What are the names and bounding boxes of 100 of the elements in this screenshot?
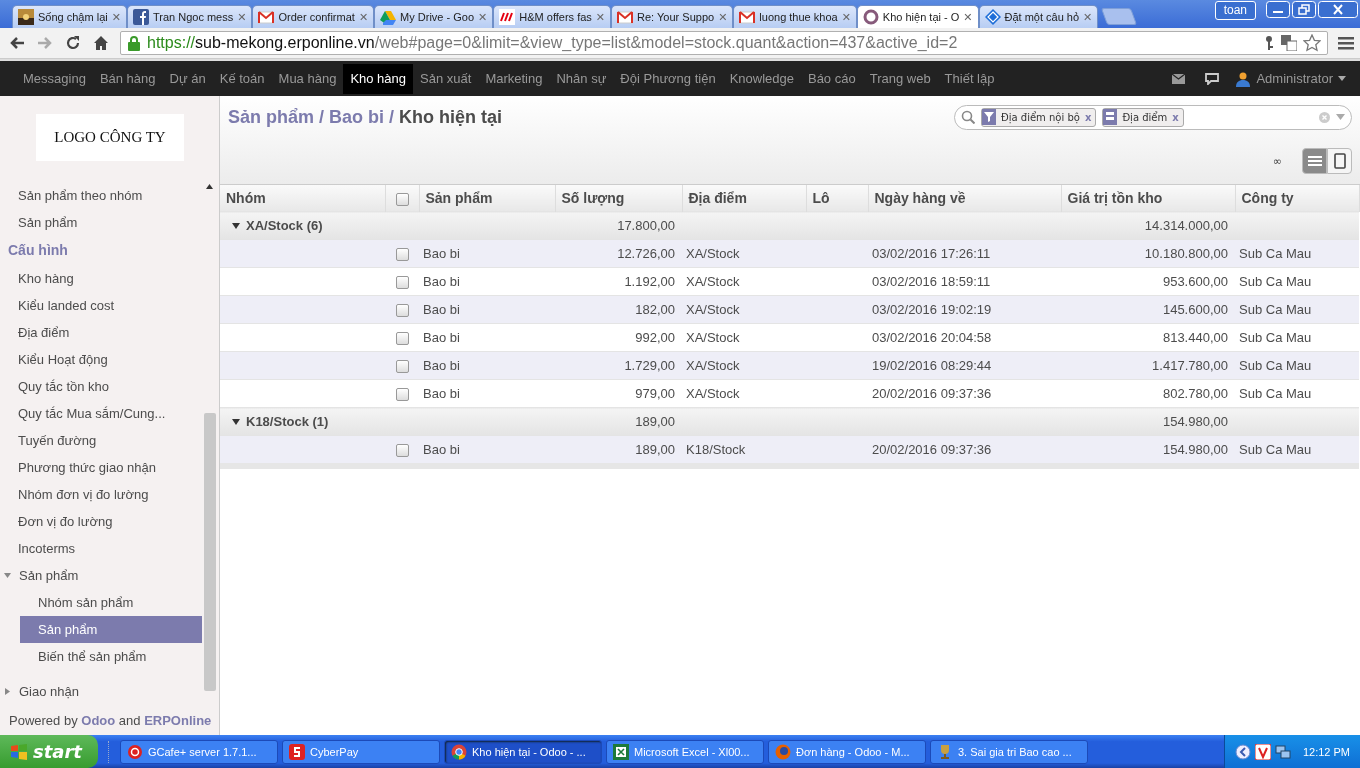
scroll-thumb[interactable] [203,413,216,691]
menu-item[interactable]: Knowledge [722,63,801,94]
sidebar-item[interactable]: Biến thể sản phẩm [20,643,202,670]
close-button[interactable]: ✕ [237,10,247,24]
caret-icon[interactable] [1336,114,1345,120]
menu-item[interactable]: Nhân sự [549,63,614,94]
taskbar-button[interactable]: CyberPay [282,739,440,764]
column-header[interactable]: Ngày hàng về [868,185,1061,212]
menu-item[interactable]: Kho hàng [343,63,414,94]
browser-tab[interactable]: Kho hiện tại - O ✕ [856,5,979,28]
sidebar-item[interactable]: Sản phẩm [20,616,202,643]
sidebar-item[interactable]: Phương thức giao nhận [0,454,203,481]
browser-tab[interactable]: My Drive - Goo ✕ [374,5,494,28]
column-header[interactable]: Nhóm [220,185,385,212]
column-header[interactable]: Công ty [1235,185,1359,212]
taskbar-button[interactable]: 3. Sai gia tri Bao cao ... [930,739,1088,764]
close-icon[interactable] [1318,1,1358,18]
key-icon[interactable] [1263,35,1275,51]
column-header[interactable]: Lô [806,185,868,212]
menu-icon[interactable] [1338,36,1354,50]
network-icon[interactable] [1274,743,1291,760]
column-header[interactable]: Giá trị tồn kho [1061,185,1235,212]
envelope-icon[interactable] [1172,73,1186,84]
v-shield-icon[interactable] [1254,743,1271,760]
chat-icon[interactable] [1205,72,1220,85]
browser-tab[interactable]: Order confirmat ✕ [252,5,375,28]
browser-tab[interactable]: H&M offers fas ✕ [493,5,612,28]
menu-item[interactable]: Trang web [862,63,938,94]
search-facet[interactable]: Địa điểm x [1102,107,1184,127]
breadcrumb-link[interactable]: Bao bi [329,106,385,128]
menu-item[interactable]: Mua hàng [271,63,344,94]
close-button[interactable]: ✕ [1083,10,1093,24]
sidebar-item[interactable]: Kho hàng [0,265,203,292]
pager-limit[interactable]: ∞ [1272,154,1282,168]
user-menu[interactable]: Administrator [1235,70,1346,87]
browser-tab[interactable]: Đặt một câu hỏ ✕ [978,5,1099,28]
row-checkbox[interactable] [395,276,409,290]
row-checkbox[interactable] [395,360,409,374]
sidebar-item[interactable]: Quy tắc tồn kho [0,373,203,400]
row-checkbox[interactable] [395,248,409,262]
browser-tab[interactable]: Tran Ngoc mess ✕ [126,5,253,28]
view-button[interactable] [1302,148,1327,174]
view-button[interactable] [1327,148,1352,174]
new-tab-button[interactable] [1101,8,1138,25]
column-header[interactable]: Sản phẩm [419,185,555,212]
taskbar-button[interactable]: GCafe+ server 1.7.1... [120,739,278,764]
sidebar-item[interactable]: Quy tắc Mua sắm/Cung... [0,400,203,427]
back-icon[interactable] [8,35,26,51]
menu-item[interactable]: Thiết lập [937,63,1002,94]
row-checkbox[interactable] [395,332,409,346]
breadcrumb-link[interactable]: Sản phẩm [228,106,315,128]
forward-icon[interactable] [36,35,54,51]
taskbar-button[interactable]: Microsoft Excel - Xl00... [606,739,764,764]
row-checkbox[interactable] [395,304,409,318]
sidebar-group[interactable]: Giao nhận [0,678,203,705]
sidebar-item[interactable]: Sản phẩm theo nhóm [0,182,203,209]
menu-item[interactable]: Kế toán [212,63,272,94]
select-all-checkbox[interactable] [395,192,409,206]
browser-tab[interactable]: luong thue khoa ✕ [733,5,857,28]
row-checkbox[interactable] [395,388,409,402]
row-checkbox[interactable] [395,444,409,458]
sidebar-group[interactable]: Sản phẩm [0,562,203,589]
menu-item[interactable]: Bán hàng [92,63,163,94]
profile-button[interactable]: toan [1214,1,1256,20]
browser-tab[interactable]: Re: Your Suppo ✕ [611,5,734,28]
close-button[interactable]: ✕ [358,10,369,24]
remove-facet-button[interactable]: x [1084,111,1092,123]
browser-tab[interactable]: Sống chậm lại ✕ [12,5,127,28]
close-button[interactable]: ✕ [478,10,488,24]
sidebar-item[interactable]: Tuyến đường [0,427,203,454]
sidebar-item[interactable]: Kiểu landed cost [0,292,203,319]
close-button[interactable]: ✕ [718,10,728,24]
sidebar-item[interactable]: Kiểu Hoạt động [0,346,203,373]
reload-icon[interactable] [64,34,82,52]
close-button[interactable]: ✕ [111,10,121,24]
star-icon[interactable] [1303,34,1321,52]
address-field[interactable]: https://sub-mekong.erponline.vn/web#page=0&limit=&view_type=list&model=stock.quant&action=437&active_id=2 [120,31,1328,55]
taskbar-button[interactable]: Đơn hàng - Odoo - M... [768,739,926,764]
close-button[interactable]: ✕ [595,10,606,24]
close-button[interactable]: ✕ [963,10,973,24]
close-button[interactable]: ✕ [841,10,851,24]
menu-item[interactable]: Dự án [162,63,213,94]
sidebar-item[interactable]: Địa điểm [0,319,203,346]
menu-item[interactable]: Sản xuất [413,63,479,94]
sidebar-item[interactable]: Incoterms [0,535,203,562]
column-header[interactable]: Số lượng [555,185,682,212]
sidebar-item[interactable]: Nhóm sản phẩm [20,589,202,616]
sidebar-item[interactable]: Sản phẩm [0,209,203,236]
sidebar-item[interactable]: Đơn vị đo lường [0,508,203,535]
menu-item[interactable]: Đội Phương tiện [613,63,723,94]
sidebar-item[interactable]: Nhóm đơn vị đo lường [0,481,203,508]
menu-item[interactable]: Marketing [478,63,550,94]
taskbar-button[interactable]: Kho hiện tại - Odoo - ... [444,739,602,764]
translate-icon[interactable] [1281,35,1297,51]
search-field[interactable]: Địa điểm nội bộ x Địa điểm x [954,104,1352,130]
restore-icon[interactable] [1292,1,1316,18]
search-facet[interactable]: Địa điểm nội bộ x [981,107,1097,127]
minimize-icon[interactable] [1266,1,1290,18]
home-icon[interactable] [92,34,110,52]
menu-item[interactable]: Messaging [16,63,93,94]
